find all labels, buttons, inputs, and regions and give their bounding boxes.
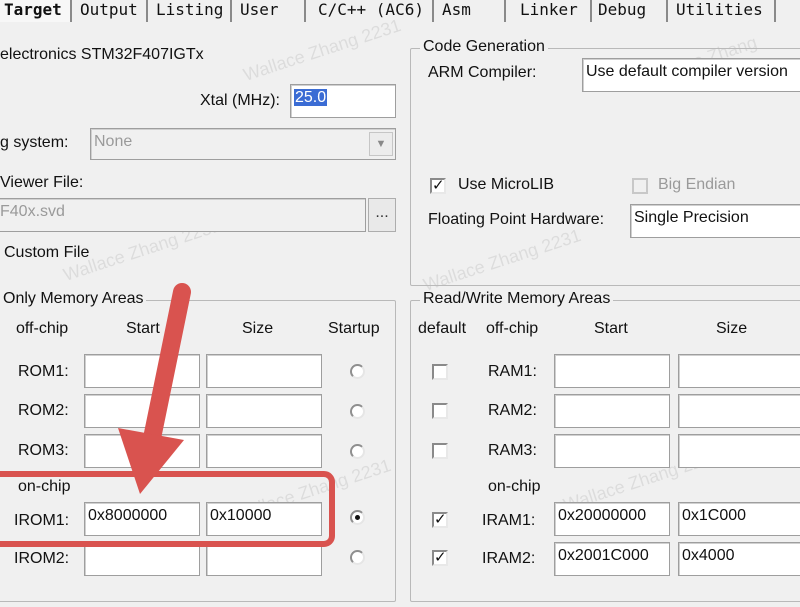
annotation-overlay	[0, 283, 335, 547]
arrow-head-icon	[118, 428, 184, 494]
highlight-box	[0, 471, 335, 547]
arrow-shaft	[141, 283, 191, 457]
